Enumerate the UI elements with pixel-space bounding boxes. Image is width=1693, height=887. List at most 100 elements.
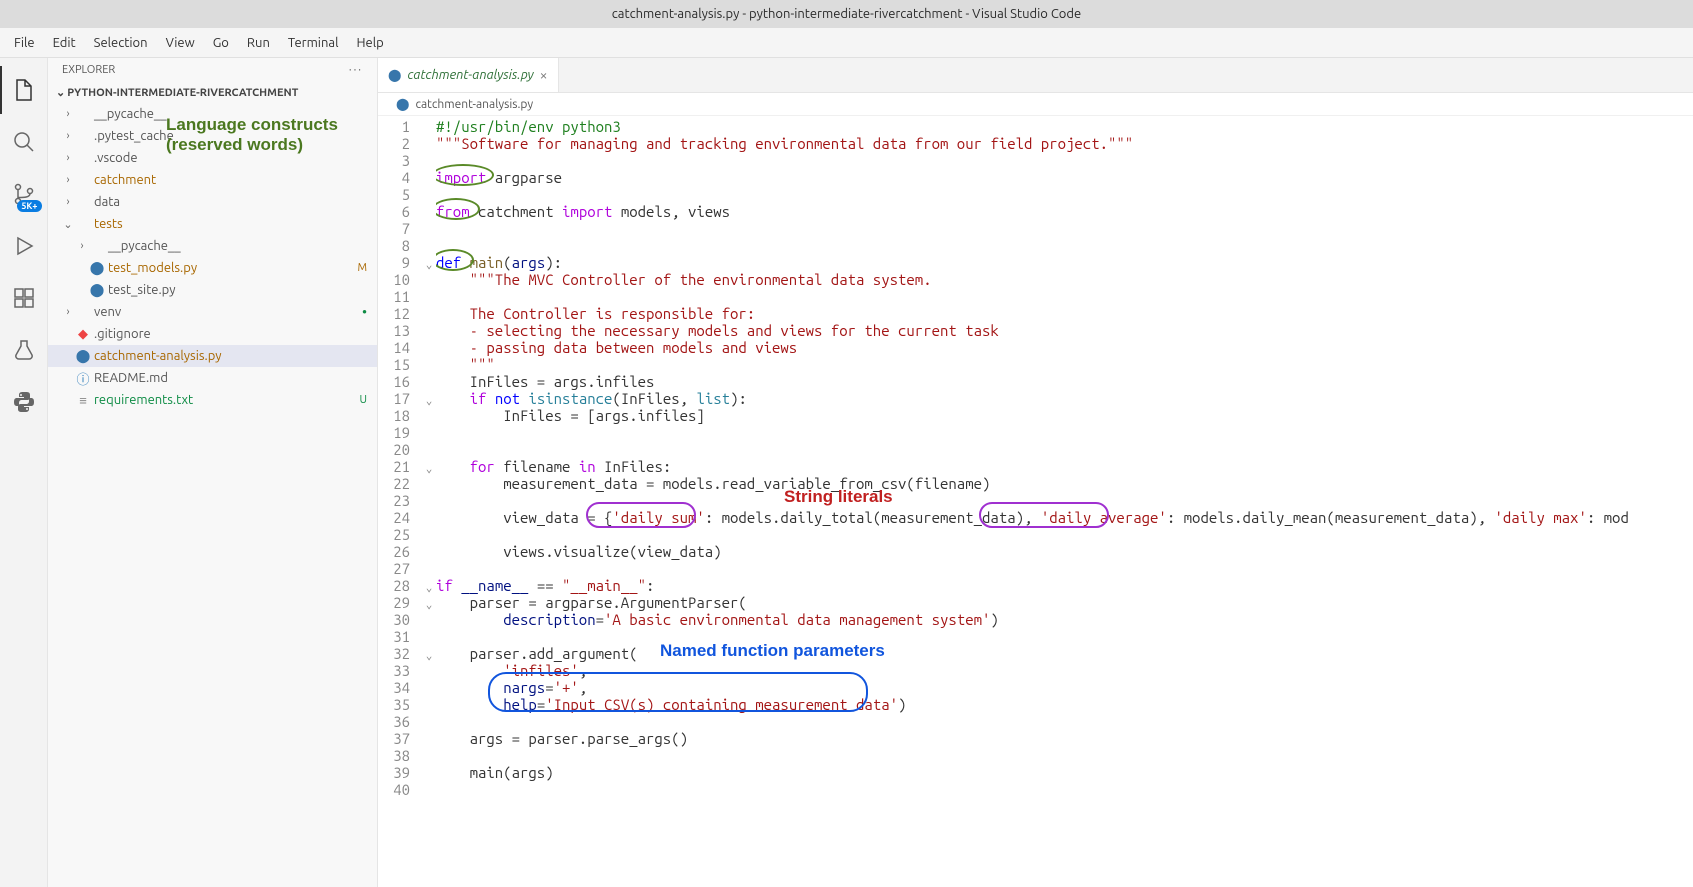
extensions-icon[interactable] [0,274,48,322]
code-line-36[interactable] [436,713,1693,730]
tree-item-label: data [94,195,377,209]
code-line-31[interactable] [436,628,1693,645]
code-line-32[interactable]: parser.add_argument( [436,645,1693,662]
code-line-9[interactable]: def main(args): [436,254,1693,271]
python-env-icon[interactable] [0,378,48,426]
tree-item-data[interactable]: › data [48,191,377,213]
project-header[interactable]: ⌄ PYTHON-INTERMEDIATE-RIVERCATCHMENT [48,82,377,103]
close-tab-icon[interactable]: × [540,67,548,83]
menu-run[interactable]: Run [239,32,278,54]
menu-help[interactable]: Help [348,32,391,54]
tree-item-test-site-py[interactable]: ⬤test_site.py [48,279,377,301]
breadcrumb[interactable]: ⬤ catchment-analysis.py [378,93,1693,116]
info-icon: ⓘ [74,369,92,388]
tree-item-catchment[interactable]: › catchment [48,169,377,191]
code-line-38[interactable] [436,747,1693,764]
code-line-10[interactable]: """The MVC Controller of the environment… [436,271,1693,288]
code-line-19[interactable] [436,424,1693,441]
menu-selection[interactable]: Selection [86,32,156,54]
code-content[interactable]: #!/usr/bin/env python3"""Software for ma… [436,116,1693,887]
code-line-15[interactable]: """ [436,356,1693,373]
code-line-39[interactable]: main(args) [436,764,1693,781]
code-line-22[interactable]: measurement_data = models.read_variable_… [436,475,1693,492]
tree-item--vscode[interactable]: ›.vscode [48,147,377,169]
python-icon: ⬤ [88,261,106,276]
tree-item-venv[interactable]: ›venv• [48,301,377,323]
code-line-5[interactable] [436,186,1693,203]
code-line-25[interactable] [436,526,1693,543]
tree-item-label: __pycache__ [108,239,377,253]
code-line-8[interactable] [436,237,1693,254]
code-line-14[interactable]: - passing data between models and views [436,339,1693,356]
tree-item-label: .gitignore [94,327,377,341]
tree-item--pytest-cache[interactable]: ›.pytest_cache [48,125,377,147]
search-icon[interactable] [0,118,48,166]
code-line-6[interactable]: from catchment import models, views [436,203,1693,220]
git-status: U [359,394,367,406]
tree-item-label: catchment [94,173,377,187]
code-line-34[interactable]: nargs='+', [436,679,1693,696]
code-line-4[interactable]: import argparse [436,169,1693,186]
code-line-35[interactable]: help='Input CSV(s) containing measuremen… [436,696,1693,713]
tree-item--gitignore[interactable]: ◆.gitignore [48,323,377,345]
tree-item-README-md[interactable]: ⓘREADME.md [48,367,377,389]
python-file-icon: ⬤ [396,97,409,111]
code-line-16[interactable]: InFiles = args.infiles [436,373,1693,390]
chevron-right-icon: › [62,306,74,318]
code-editor[interactable]: 1234567891011121314151617181920212223242… [378,116,1693,887]
code-line-28[interactable]: if __name__ == "__main__": [436,577,1693,594]
code-line-30[interactable]: description='A basic environmental data … [436,611,1693,628]
menu-terminal[interactable]: Terminal [280,32,347,54]
testing-icon[interactable] [0,326,48,374]
menu-bar: FileEditSelectionViewGoRunTerminalHelp [0,28,1693,58]
activity-bar: 5K+ [0,58,48,887]
explorer-icon[interactable] [0,66,48,114]
tree-item-label: venv [94,305,362,319]
tree-item-label: test_models.py [108,261,357,275]
menu-file[interactable]: File [6,32,43,54]
code-line-11[interactable] [436,288,1693,305]
tree-item-label: test_site.py [108,283,377,297]
tree-item-label: tests [94,217,377,231]
tree-item-catchment-analysis-py[interactable]: ⬤catchment-analysis.py [48,345,377,367]
code-line-29[interactable]: parser = argparse.ArgumentParser( [436,594,1693,611]
chevron-right-icon: › [62,196,74,208]
code-line-37[interactable]: args = parser.parse_args() [436,730,1693,747]
code-line-24[interactable]: view_data = {'daily sum': models.daily_t… [436,509,1693,526]
explorer-more-icon[interactable]: ··· [349,64,363,76]
source-control-icon[interactable]: 5K+ [0,170,48,218]
tree-item---pycache--[interactable]: ›__pycache__ [48,235,377,257]
editor-tabs: ⬤ catchment-analysis.py × [378,58,1693,93]
code-line-33[interactable]: 'infiles', [436,662,1693,679]
tab-catchment-analysis[interactable]: ⬤ catchment-analysis.py × [378,58,559,92]
tree-item-test-models-py[interactable]: ⬤test_models.pyM [48,257,377,279]
run-debug-icon[interactable] [0,222,48,270]
tree-item-tests[interactable]: ⌄tests [48,213,377,235]
tree-item-label: catchment-analysis.py [94,349,377,363]
code-line-21[interactable]: for filename in InFiles: [436,458,1693,475]
tree-item---pycache--[interactable]: ›__pycache__ [48,103,377,125]
menu-go[interactable]: Go [205,32,237,54]
code-line-12[interactable]: The Controller is responsible for: [436,305,1693,322]
code-line-17[interactable]: if not isinstance(InFiles, list): [436,390,1693,407]
python-icon: ⬤ [88,283,106,298]
code-line-40[interactable] [436,781,1693,798]
code-line-13[interactable]: - selecting the necessary models and vie… [436,322,1693,339]
code-line-27[interactable] [436,560,1693,577]
tree-item-label: __pycache__ [94,107,377,121]
tree-item-requirements-txt[interactable]: ≡requirements.txtU [48,389,377,411]
code-line-1[interactable]: #!/usr/bin/env python3 [436,118,1693,135]
project-name: PYTHON-INTERMEDIATE-RIVERCATCHMENT [67,87,298,99]
menu-edit[interactable]: Edit [45,32,84,54]
code-line-20[interactable] [436,441,1693,458]
code-line-3[interactable] [436,152,1693,169]
chevron-right-icon: › [62,174,74,186]
code-line-18[interactable]: InFiles = [args.infiles] [436,407,1693,424]
code-line-2[interactable]: """Software for managing and tracking en… [436,135,1693,152]
code-line-7[interactable] [436,220,1693,237]
code-line-23[interactable] [436,492,1693,509]
code-line-26[interactable]: views.visualize(view_data) [436,543,1693,560]
menu-view[interactable]: View [158,32,203,54]
python-icon: ⬤ [74,349,92,364]
line-numbers: 1234567891011121314151617181920212223242… [378,116,422,887]
